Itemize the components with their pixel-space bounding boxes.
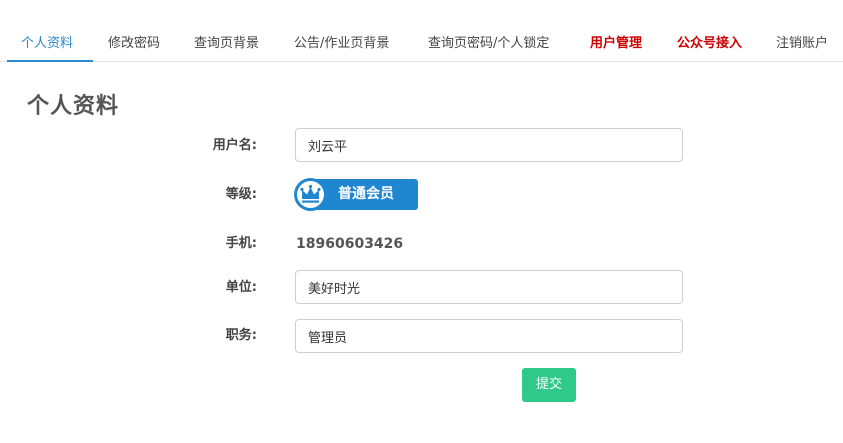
- tab-bar: 个人资料 修改密码 查询页背景 公告/作业页背景 查询页密码/个人锁定 用户管理…: [0, 0, 843, 62]
- username-field[interactable]: [295, 128, 683, 162]
- crown-icon: [300, 184, 321, 203]
- phone-label: 手机:: [225, 236, 257, 251]
- tab-user-management[interactable]: 用户管理: [590, 34, 642, 54]
- badge-circle: [294, 178, 327, 211]
- badge-label: 普通会员: [338, 186, 394, 202]
- page-title: 个人资料: [27, 94, 120, 119]
- tab-profile[interactable]: 个人资料: [21, 34, 73, 54]
- tab-query-password-lock[interactable]: 查询页密码/个人锁定: [428, 34, 549, 54]
- unit-label: 单位:: [225, 280, 257, 295]
- tab-official-account[interactable]: 公众号接入: [677, 34, 742, 54]
- submit-button[interactable]: 提交: [522, 368, 576, 402]
- tab-deactivate-account[interactable]: 注销账户: [776, 34, 828, 54]
- tab-change-password[interactable]: 修改密码: [108, 34, 160, 54]
- position-field[interactable]: [295, 319, 683, 353]
- level-label: 等级:: [225, 187, 257, 202]
- position-label: 职务:: [225, 328, 257, 343]
- member-level-badge: 普通会员: [294, 178, 418, 211]
- tab-notice-homework-background[interactable]: 公告/作业页背景: [294, 34, 389, 54]
- badge-circle-inner: [297, 181, 324, 208]
- tab-query-page-background[interactable]: 查询页背景: [194, 34, 259, 54]
- username-label: 用户名:: [212, 138, 257, 153]
- active-tab-indicator: [7, 60, 93, 62]
- unit-field[interactable]: [295, 270, 683, 304]
- phone-value: 18960603426: [296, 236, 404, 252]
